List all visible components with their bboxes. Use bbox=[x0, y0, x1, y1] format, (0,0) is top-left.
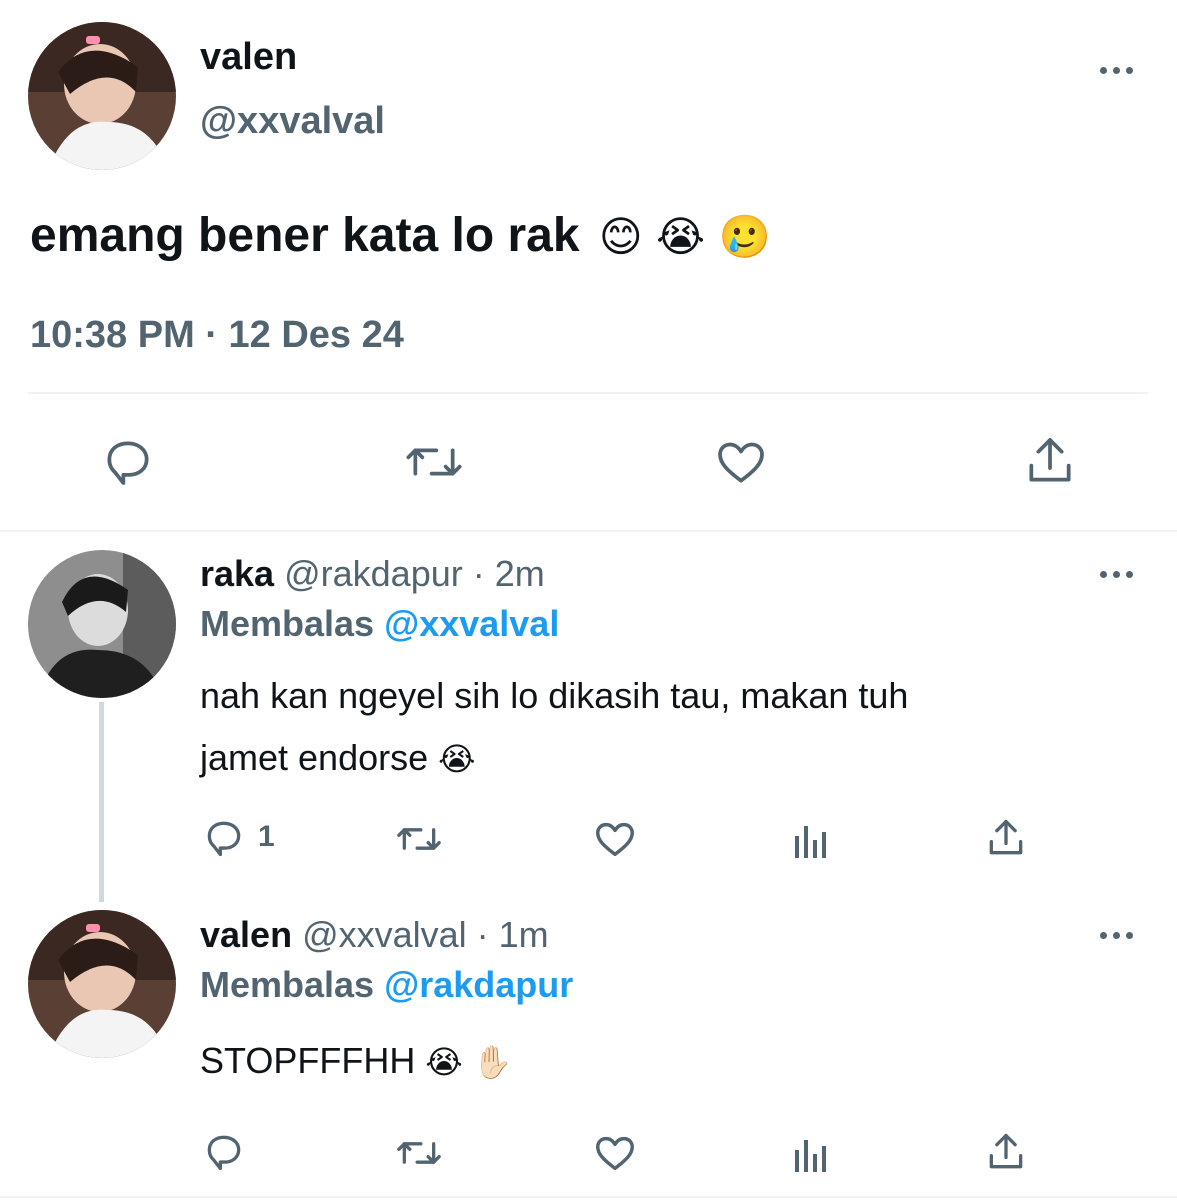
reply-text-part: STOPFFFHH bbox=[200, 1040, 416, 1081]
replying-to: Membalas @rakdapur bbox=[200, 964, 573, 1006]
reply-count: 1 bbox=[258, 820, 275, 853]
views-icon[interactable] bbox=[791, 818, 831, 860]
divider bbox=[28, 392, 1148, 394]
replying-label: Membalas bbox=[200, 964, 375, 1005]
display-name[interactable]: valen bbox=[200, 36, 297, 79]
like-icon[interactable] bbox=[592, 1130, 638, 1176]
avatar[interactable] bbox=[28, 22, 176, 170]
share-icon[interactable] bbox=[984, 1129, 1028, 1175]
reply-text-line: jamet endorse 😭 bbox=[200, 727, 908, 790]
reply-icon[interactable] bbox=[202, 1130, 246, 1174]
reply-icon[interactable] bbox=[202, 816, 246, 860]
handle[interactable]: @xxvalval bbox=[200, 100, 385, 143]
more-icon[interactable] bbox=[1100, 67, 1133, 74]
emoji: 😭 bbox=[438, 741, 476, 777]
emoji: 😊 bbox=[598, 213, 643, 260]
share-icon[interactable] bbox=[984, 815, 1028, 861]
reply-text-line: nah kan ngeyel sih lo dikasih tau, makan… bbox=[200, 675, 909, 716]
avatar[interactable] bbox=[28, 910, 176, 1058]
emoji: 😭 bbox=[656, 213, 706, 260]
replying-label: Membalas bbox=[200, 603, 375, 644]
like-icon[interactable] bbox=[712, 434, 770, 490]
emoji: 😭 bbox=[425, 1044, 463, 1080]
emoji: 🥲 bbox=[718, 213, 771, 260]
display-name[interactable]: raka bbox=[200, 553, 274, 594]
timestamp[interactable]: 10:38 PM · 12 Des 24 bbox=[30, 314, 404, 357]
reply-header: valen @xxvalval · 1m bbox=[200, 914, 549, 956]
thread-line bbox=[99, 702, 104, 902]
more-icon[interactable] bbox=[1100, 932, 1133, 939]
more-icon[interactable] bbox=[1100, 571, 1133, 578]
divider bbox=[0, 1196, 1177, 1198]
reply-text: STOPFFFHH 😭 ✋🏻 bbox=[200, 1040, 513, 1082]
handle-time[interactable]: @xxvalval · 1m bbox=[302, 914, 549, 955]
like-icon[interactable] bbox=[592, 816, 638, 862]
mention-link[interactable]: @xxvalval bbox=[384, 603, 559, 644]
tweet-text: emang bener kata lo rak bbox=[30, 209, 580, 262]
reply-icon[interactable] bbox=[100, 434, 156, 490]
views-icon[interactable] bbox=[791, 1132, 831, 1174]
emoji: ✋🏻 bbox=[472, 1044, 513, 1080]
display-name[interactable]: valen bbox=[200, 914, 292, 955]
retweet-icon[interactable] bbox=[393, 817, 445, 861]
reply-text-part: jamet endorse bbox=[200, 737, 429, 778]
mention-link[interactable]: @rakdapur bbox=[384, 964, 573, 1005]
replying-to: Membalas @xxvalval bbox=[200, 603, 559, 645]
handle-time[interactable]: @rakdapur · 2m bbox=[284, 553, 545, 594]
tweet-text-row: emang bener kata lo rak 😊 😭 🥲 bbox=[30, 208, 771, 263]
retweet-icon[interactable] bbox=[393, 1131, 445, 1175]
retweet-icon[interactable] bbox=[402, 434, 466, 490]
avatar[interactable] bbox=[28, 550, 176, 698]
reply-text: nah kan ngeyel sih lo dikasih tau, makan… bbox=[200, 665, 908, 790]
reply-header: raka @rakdapur · 2m bbox=[200, 553, 545, 595]
divider bbox=[0, 530, 1177, 532]
share-icon[interactable] bbox=[1022, 432, 1078, 490]
